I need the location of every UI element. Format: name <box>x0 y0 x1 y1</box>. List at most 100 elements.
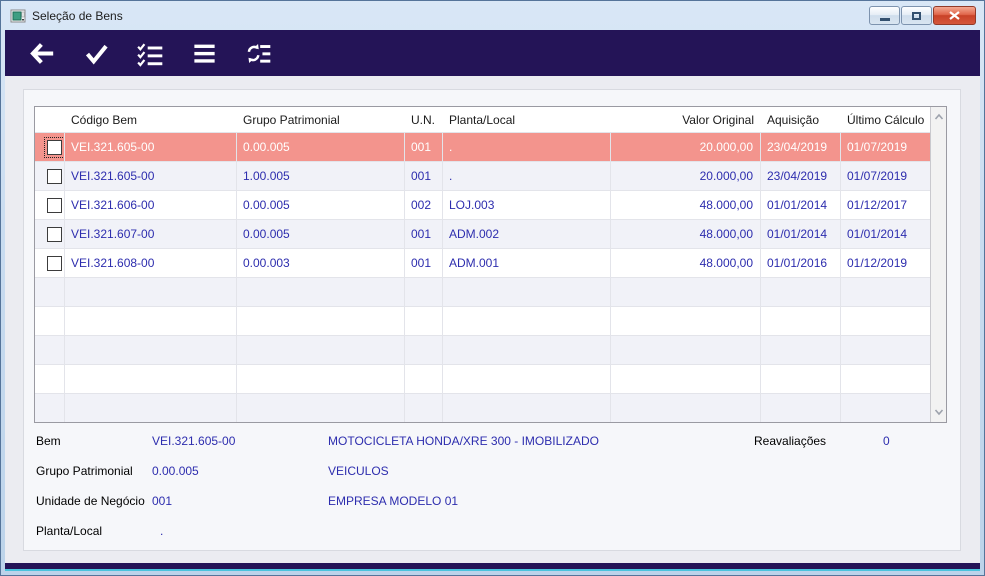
cell-un: 001 <box>405 133 443 161</box>
table-row-empty[interactable] <box>35 336 946 365</box>
detail-label: Grupo Patrimonial <box>36 464 133 478</box>
reavaliacoes-label: Reavaliações <box>754 434 827 448</box>
table-row-empty[interactable] <box>35 307 946 336</box>
table-row[interactable]: VEI.321.605-00 0.00.005 001. 20.000,00 23/04… <box>35 133 946 162</box>
bottom-status-bar <box>5 563 980 571</box>
detail-value: 0.00.005 <box>152 464 199 478</box>
window: Seleção de Bens Código Bem Grupo Patrimon… <box>0 0 985 576</box>
table-row-empty[interactable] <box>35 365 946 394</box>
cell-grupo: 0.00.003 <box>237 249 405 277</box>
arrow-left-icon <box>29 42 53 64</box>
vertical-scrollbar[interactable] <box>930 107 946 422</box>
cell-un <box>405 394 443 422</box>
row-checkbox[interactable] <box>47 197 62 213</box>
row-checkbox[interactable] <box>47 168 62 184</box>
detail-row: Planta/Local. <box>36 516 948 546</box>
cell-un <box>405 336 443 364</box>
detail-label: Unidade de Negócio <box>36 494 145 508</box>
table-row-empty[interactable] <box>35 394 946 422</box>
cell-planta <box>443 394 611 422</box>
maximize-button[interactable] <box>901 6 932 25</box>
row-checkbox[interactable] <box>44 136 64 158</box>
list-icon <box>193 44 215 63</box>
row-checkbox-cell <box>35 365 65 393</box>
row-checkbox-cell <box>35 336 65 364</box>
content-area: Código Bem Grupo Patrimonial U.N. Planta/Lo… <box>5 76 980 571</box>
checklist-icon <box>136 43 162 67</box>
confirm-button[interactable] <box>75 35 117 71</box>
table-row[interactable]: VEI.321.608-00 0.00.003 001 ADM.001 48.000,0… <box>35 249 946 278</box>
cell-aquisicao <box>761 394 841 422</box>
cell-valor <box>611 394 761 422</box>
cell-codigo: VEI.321.608-00 <box>65 249 237 277</box>
cell-aquisicao <box>761 307 841 335</box>
scroll-up-icon[interactable] <box>931 109 946 125</box>
detail-row: Grupo Patrimonial 0.00.005 VEICULOS <box>36 456 948 486</box>
cell-grupo: 0.00.005 <box>237 133 405 161</box>
cell-planta <box>443 278 611 306</box>
minimize-button[interactable] <box>869 6 900 25</box>
assets-table: Código Bem Grupo Patrimonial U.N. Planta/Lo… <box>34 106 947 423</box>
checklist-button[interactable] <box>129 35 171 71</box>
cell-un: 001 <box>405 249 443 277</box>
cell-un: 001 <box>405 162 443 190</box>
detail-label: Planta/Local <box>36 524 103 538</box>
column-header-grupo[interactable]: Grupo Patrimonial <box>237 107 405 132</box>
column-header-aquisicao[interactable]: Aquisição <box>761 107 841 132</box>
column-header-codigo[interactable]: Código Bem <box>65 107 237 132</box>
cell-grupo <box>237 336 405 364</box>
cell-grupo: 0.00.005 <box>237 220 405 248</box>
cell-grupo: 0.00.005 <box>237 191 405 219</box>
column-header-valor[interactable]: Valor Original <box>611 107 761 132</box>
table-row[interactable]: VEI.321.606-00 0.00.005 002 LOJ.003 48.000,0… <box>35 191 946 220</box>
cell-planta <box>443 365 611 393</box>
back-button[interactable] <box>21 35 63 71</box>
check-icon <box>85 44 108 65</box>
cell-un: 001 <box>405 220 443 248</box>
row-checkbox-cell <box>35 220 65 248</box>
row-checkbox[interactable] <box>47 255 62 271</box>
cell-valor: 48.000,00 <box>611 249 761 277</box>
cell-grupo: 1.00.005 <box>237 162 405 190</box>
cell-aquisicao: 01/01/2014 <box>761 220 841 248</box>
table-row[interactable]: VEI.321.607-00 0.00.005 001 ADM.002 48.000,0… <box>35 220 946 249</box>
titlebar: Seleção de Bens <box>1 1 984 30</box>
cell-codigo: VEI.321.605-00 <box>65 133 237 161</box>
cell-valor <box>611 278 761 306</box>
cell-planta: . <box>443 162 611 190</box>
cell-codigo <box>65 365 237 393</box>
refresh-list-button[interactable] <box>237 35 279 71</box>
row-checkbox-cell <box>35 278 65 306</box>
cell-codigo: VEI.321.607-00 <box>65 220 237 248</box>
detail-description: EMPRESA MODELO 01 <box>328 494 459 508</box>
detail-description: VEICULOS <box>328 464 389 478</box>
column-header-un[interactable]: U.N. <box>405 107 443 132</box>
cell-planta: LOJ.003 <box>443 191 611 219</box>
cell-valor: 48.000,00 <box>611 191 761 219</box>
cell-planta <box>443 336 611 364</box>
minimize-icon <box>879 17 890 21</box>
cell-valor: 20.000,00 <box>611 162 761 190</box>
toolbar <box>5 30 980 76</box>
cell-codigo: VEI.321.605-00 <box>65 162 237 190</box>
app-icon <box>10 8 26 24</box>
cell-planta: . <box>443 133 611 161</box>
table-row[interactable]: VEI.321.605-00 1.00.005 001. 20.000,00 23/04… <box>35 162 946 191</box>
cell-codigo <box>65 307 237 335</box>
column-header-planta[interactable]: Planta/Local <box>443 107 611 132</box>
cell-valor <box>611 365 761 393</box>
cell-grupo <box>237 365 405 393</box>
scroll-down-icon[interactable] <box>931 404 946 420</box>
table-row-empty[interactable] <box>35 278 946 307</box>
window-title: Seleção de Bens <box>32 8 123 23</box>
cell-grupo <box>237 394 405 422</box>
asset-details: Bem VEI.321.605-00 MOTOCICLETA HONDA/XRE 3… <box>36 426 948 546</box>
list-button[interactable] <box>183 35 225 71</box>
row-checkbox-cell <box>35 307 65 335</box>
cell-aquisicao: 01/01/2016 <box>761 249 841 277</box>
row-checkbox[interactable] <box>47 226 62 242</box>
close-button[interactable] <box>933 6 976 25</box>
cell-aquisicao <box>761 365 841 393</box>
cell-aquisicao <box>761 278 841 306</box>
cell-planta <box>443 307 611 335</box>
